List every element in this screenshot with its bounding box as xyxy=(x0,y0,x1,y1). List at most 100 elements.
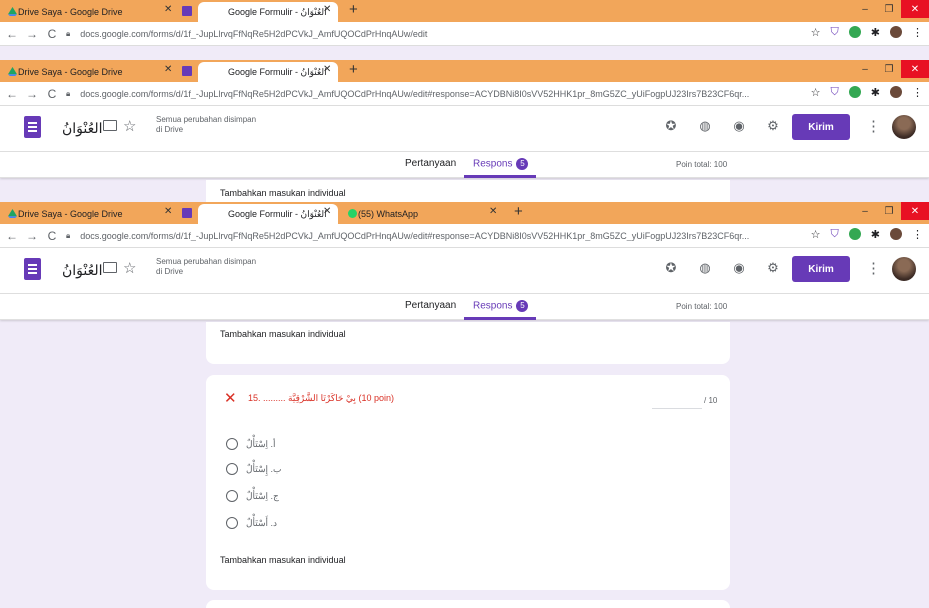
url-input[interactable]: docs.google.com/forms/d/1f_-JupLlrvqFfNq… xyxy=(80,29,850,39)
window-close-icon[interactable]: ✕ xyxy=(901,0,929,18)
google-forms-icon[interactable] xyxy=(24,116,41,138)
window-close-icon[interactable]: ✕ xyxy=(901,60,929,78)
extension-icon[interactable] xyxy=(848,26,861,38)
option-d[interactable]: د. أَسْتَأْلٌ xyxy=(226,517,277,529)
back-icon[interactable]: ← xyxy=(4,87,20,101)
minimize-icon[interactable]: – xyxy=(853,60,877,78)
preview-eye-icon[interactable]: ◉ xyxy=(731,260,747,276)
send-button[interactable]: Kirim xyxy=(792,114,850,140)
new-tab-button[interactable]: + xyxy=(349,61,358,78)
tab-responses[interactable]: Respons 5 xyxy=(473,300,529,312)
addons-icon[interactable]: ✪ xyxy=(663,260,679,276)
window-controls: – ❐ ✕ xyxy=(853,0,929,18)
profile-avatar[interactable] xyxy=(890,86,902,98)
forward-icon[interactable]: → xyxy=(24,229,40,243)
palette-icon[interactable]: ◍ xyxy=(697,260,713,276)
back-icon[interactable]: ← xyxy=(4,229,20,243)
new-tab-button[interactable]: + xyxy=(514,203,523,220)
tab-questions[interactable]: Pertanyaan xyxy=(405,300,456,311)
tab-whatsapp[interactable]: (55) WhatsApp xyxy=(344,204,504,224)
tab-close-icon[interactable]: ✕ xyxy=(164,206,172,217)
reload-icon[interactable]: C xyxy=(44,87,60,101)
bookmark-star-icon[interactable]: ☆ xyxy=(811,86,821,99)
reload-icon[interactable]: C xyxy=(44,27,60,41)
add-individual-feedback-link[interactable]: Tambahkan masukan individual xyxy=(220,329,346,339)
tab-drive[interactable]: Drive Saya - Google Drive xyxy=(4,2,164,22)
form-title[interactable]: العُنْوَانُ xyxy=(62,120,103,137)
bookmark-star-icon[interactable]: ☆ xyxy=(811,228,821,241)
tab-forms[interactable]: Google Formulir - العُنْوَانُ xyxy=(198,204,338,224)
reload-icon[interactable]: C xyxy=(44,229,60,243)
tab-responses[interactable]: Respons 5 xyxy=(473,158,529,170)
url-input[interactable]: docs.google.com/forms/d/1f_-JupLlrvqFfNq… xyxy=(80,89,850,99)
google-drive-icon xyxy=(8,67,17,76)
shield-icon[interactable]: ⛉ xyxy=(831,228,839,241)
new-tab-button[interactable]: + xyxy=(349,1,358,18)
folder-icon[interactable] xyxy=(103,120,117,131)
tab-close-icon[interactable]: ✕ xyxy=(323,64,331,75)
tab-close-icon[interactable]: ✕ xyxy=(164,4,172,15)
tab-questions[interactable]: Pertanyaan xyxy=(405,158,456,169)
option-c[interactable]: ج. اِسْتَأْلٌ xyxy=(226,490,279,502)
star-icon[interactable]: ☆ xyxy=(123,117,136,135)
save-status: Semua perubahan disimpan di Drive xyxy=(156,115,257,134)
more-vert-icon[interactable]: ⋮ xyxy=(866,259,881,277)
tab-forms[interactable]: Google Formulir - العُنْوَانُ xyxy=(198,2,338,22)
shield-icon[interactable]: ⛉ xyxy=(831,26,839,39)
restore-icon[interactable]: ❐ xyxy=(877,202,901,220)
menu-dots-icon[interactable]: ⋮ xyxy=(912,26,923,39)
tab-strip: Drive Saya - Google Drive ✕ Google Formu… xyxy=(0,202,929,224)
restore-icon[interactable]: ❐ xyxy=(877,60,901,78)
window-close-icon[interactable]: ✕ xyxy=(901,202,929,220)
minimize-icon[interactable]: – xyxy=(853,0,877,18)
forward-icon[interactable]: → xyxy=(24,27,40,41)
add-individual-feedback-link[interactable]: Tambahkan masukan individual xyxy=(220,555,346,565)
puzzle-icon[interactable]: ✱ xyxy=(871,86,880,99)
back-icon[interactable]: ← xyxy=(4,27,20,41)
forward-icon[interactable]: → xyxy=(24,87,40,101)
avatar[interactable] xyxy=(892,115,916,139)
form-title[interactable]: العُنْوَانُ xyxy=(62,262,103,279)
more-vert-icon[interactable]: ⋮ xyxy=(866,117,881,135)
radio-button[interactable] xyxy=(226,463,238,475)
bookmark-star-icon[interactable]: ☆ xyxy=(811,26,821,39)
score-input[interactable] xyxy=(652,397,702,409)
tab-close-icon[interactable]: ✕ xyxy=(323,4,331,15)
add-individual-feedback-link[interactable]: Tambahkan masukan individual xyxy=(220,188,346,198)
tab-drive[interactable]: Drive Saya - Google Drive xyxy=(4,62,164,82)
menu-dots-icon[interactable]: ⋮ xyxy=(912,228,923,241)
extensions: ☆ ⛉ ✱ ⋮ xyxy=(811,86,923,99)
menu-dots-icon[interactable]: ⋮ xyxy=(912,86,923,99)
profile-avatar[interactable] xyxy=(890,26,902,38)
addons-icon[interactable]: ✪ xyxy=(663,118,679,134)
radio-button[interactable] xyxy=(226,490,238,502)
responses-count-badge: 5 xyxy=(516,158,529,170)
extension-icon[interactable] xyxy=(848,86,861,98)
radio-button[interactable] xyxy=(226,517,238,529)
preview-eye-icon[interactable]: ◉ xyxy=(731,118,747,134)
tab-drive[interactable]: Drive Saya - Google Drive xyxy=(4,204,164,224)
radio-button[interactable] xyxy=(226,438,238,450)
option-b[interactable]: ب. إِسْتَأْلٌ xyxy=(226,463,282,475)
star-icon[interactable]: ☆ xyxy=(123,259,136,277)
palette-icon[interactable]: ◍ xyxy=(697,118,713,134)
restore-icon[interactable]: ❐ xyxy=(877,0,901,18)
send-button[interactable]: Kirim xyxy=(792,256,850,282)
avatar[interactable] xyxy=(892,257,916,281)
tab-forms[interactable]: Google Formulir - العُنْوَانُ xyxy=(198,62,338,82)
settings-gear-icon[interactable]: ⚙ xyxy=(765,260,781,276)
tab-close-icon[interactable]: ✕ xyxy=(489,206,497,217)
puzzle-icon[interactable]: ✱ xyxy=(871,26,880,39)
profile-avatar[interactable] xyxy=(890,228,902,240)
extension-icon[interactable] xyxy=(848,228,861,240)
google-forms-icon[interactable] xyxy=(24,258,41,280)
tab-close-icon[interactable]: ✕ xyxy=(323,206,331,217)
minimize-icon[interactable]: – xyxy=(853,202,877,220)
option-a[interactable]: أ. اِسْتَأْلٌ xyxy=(226,438,276,450)
settings-gear-icon[interactable]: ⚙ xyxy=(765,118,781,134)
folder-icon[interactable] xyxy=(103,262,117,273)
puzzle-icon[interactable]: ✱ xyxy=(871,228,880,241)
url-input[interactable]: docs.google.com/forms/d/1f_-JupLlrvqFfNq… xyxy=(80,231,850,241)
tab-close-icon[interactable]: ✕ xyxy=(164,64,172,75)
shield-icon[interactable]: ⛉ xyxy=(831,86,839,99)
